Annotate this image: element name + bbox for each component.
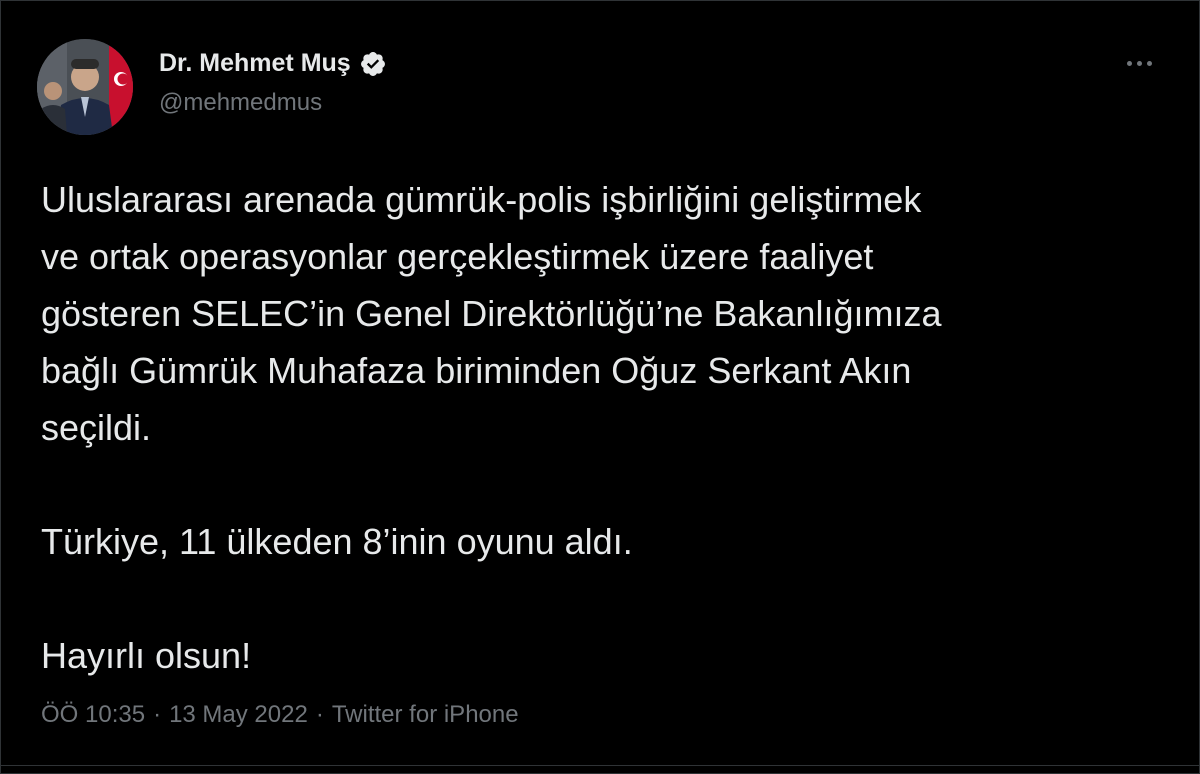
author-name-row[interactable]: Dr. Mehmet Muş [159, 49, 387, 78]
divider [1, 765, 1199, 766]
tweet-card: Dr. Mehmet Muş @mehmedmus Uluslararası a… [0, 0, 1200, 774]
tweet-metadata: ÖÖ 10:35 · 13 May 2022 · Twitter for iPh… [41, 701, 519, 729]
profile-photo-icon [37, 39, 133, 135]
author-avatar[interactable] [37, 39, 133, 135]
more-dot [1136, 60, 1142, 66]
verified-badge-icon [360, 51, 385, 76]
more-dot [1126, 60, 1132, 66]
tweet-text: Uluslararası arenada gümrük-polis işbirl… [41, 171, 1171, 684]
tweet-time[interactable]: ÖÖ 10:35 [41, 701, 145, 729]
meta-separator: · [315, 701, 324, 728]
tweet-paragraph: Uluslararası arenada gümrük-polis işbirl… [41, 179, 942, 448]
author-handle[interactable]: @mehmedmus [159, 89, 322, 117]
tweet-source[interactable]: Twitter for iPhone [332, 701, 519, 729]
tweet-date[interactable]: 13 May 2022 [169, 701, 308, 729]
tweet-paragraph: Türkiye, 11 ülkeden 8’inin oyunu aldı. [41, 521, 633, 562]
author-name[interactable]: Dr. Mehmet Muş [159, 49, 351, 78]
meta-separator: · [153, 701, 162, 728]
more-dot [1146, 60, 1152, 66]
tweet-paragraph: Hayırlı olsun! [41, 635, 252, 676]
more-options-icon[interactable] [1119, 51, 1159, 75]
